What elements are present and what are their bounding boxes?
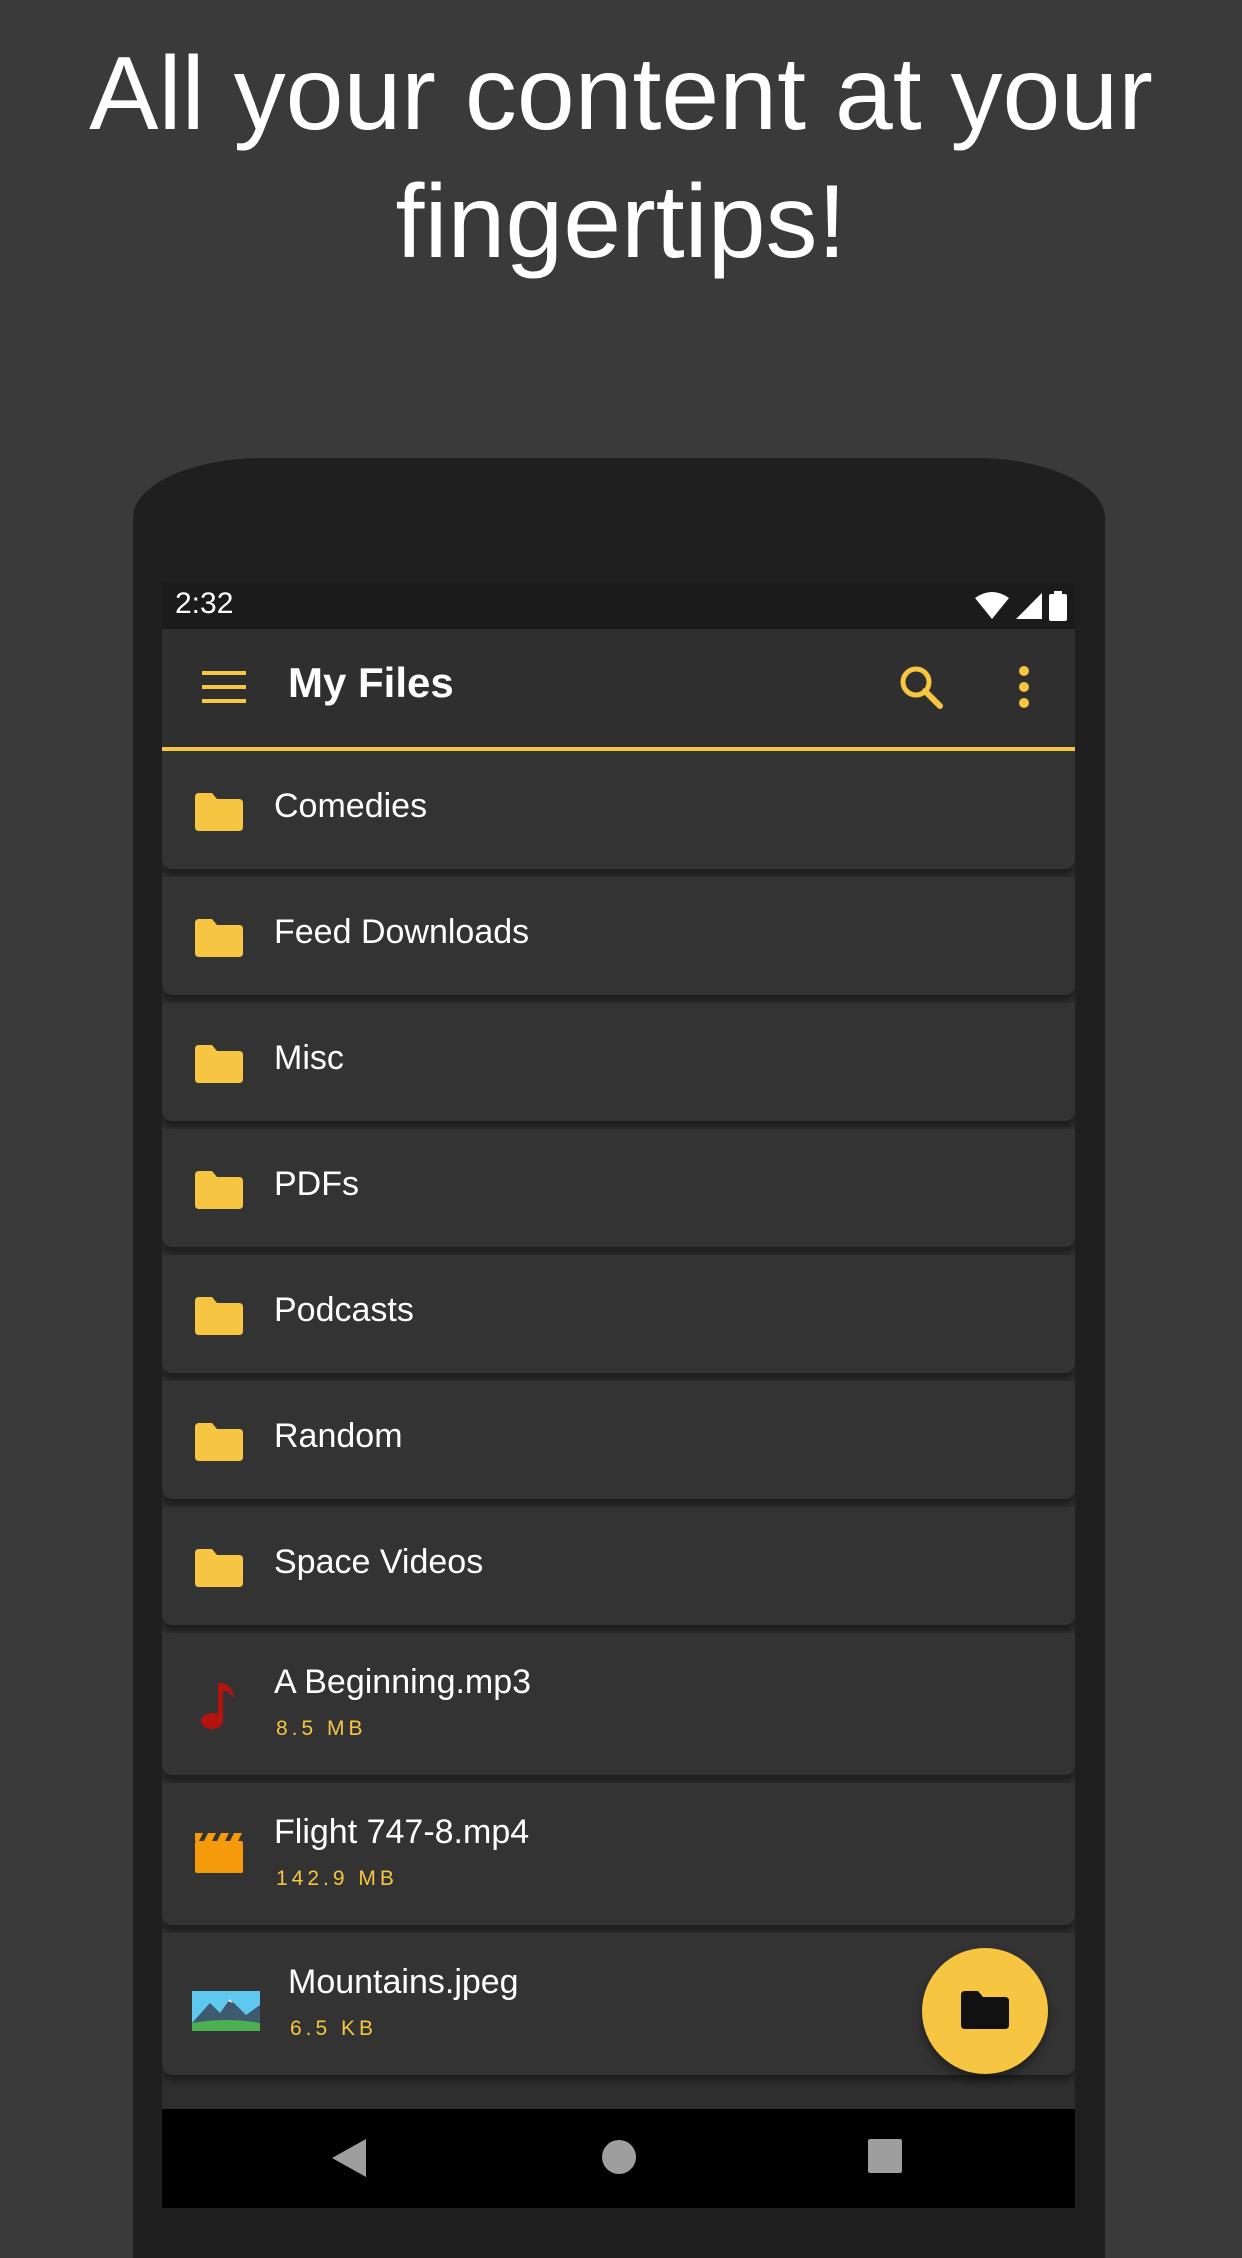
folder-icon (195, 1423, 243, 1461)
folder-name: Feed Downloads (274, 913, 530, 951)
folder-icon (195, 1045, 243, 1083)
system-nav-bar (162, 2109, 1075, 2208)
folder-icon (195, 1297, 243, 1335)
file-size: 6.5 KB (290, 2017, 378, 2040)
folder-row[interactable]: Podcasts (162, 1255, 1075, 1373)
folder-name: Random (274, 1417, 403, 1455)
app-bar: My Files (162, 629, 1075, 751)
app-title: My Files (288, 659, 454, 706)
folder-row[interactable]: PDFs (162, 1129, 1075, 1247)
file-list: Comedies Feed Downloads Misc PDFs Podcas… (162, 751, 1075, 2083)
file-size: 142.9 MB (276, 1867, 398, 1890)
wifi-icon (975, 592, 1009, 619)
more-vert-icon[interactable] (1014, 663, 1034, 711)
folder-icon (195, 919, 243, 957)
recents-icon[interactable] (868, 2139, 902, 2173)
folder-icon (195, 1549, 243, 1587)
file-size: 8.5 MB (276, 1717, 367, 1740)
file-name: A Beginning.mp3 (274, 1663, 532, 1701)
signal-icon (1016, 593, 1042, 619)
folder-name: Comedies (274, 787, 428, 825)
folder-row[interactable]: Comedies (162, 751, 1075, 869)
menu-icon[interactable] (202, 669, 246, 705)
status-time: 2:32 (175, 587, 234, 620)
folder-name: Podcasts (274, 1291, 414, 1329)
folder-row[interactable]: Feed Downloads (162, 877, 1075, 995)
folder-name: Space Videos (274, 1543, 484, 1581)
folder-row[interactable]: Random (162, 1381, 1075, 1499)
folder-name: PDFs (274, 1165, 359, 1203)
file-row[interactable]: Flight 747-8.mp4 142.9 MB (162, 1783, 1075, 1925)
folder-icon (961, 1991, 1009, 2029)
image-thumbnail-icon (192, 1991, 260, 2031)
folder-icon (195, 793, 243, 831)
search-icon[interactable] (897, 663, 945, 711)
folder-icon (195, 1171, 243, 1209)
headline-line-2: fingertips! (395, 164, 847, 280)
file-row[interactable]: A Beginning.mp3 8.5 MB (162, 1633, 1075, 1775)
file-name: Mountains.jpeg (288, 1963, 519, 2001)
file-name: Flight 747-8.mp4 (274, 1813, 530, 1851)
music-note-icon (201, 1683, 234, 1729)
status-bar: 2:32 (162, 583, 1075, 629)
folder-row[interactable]: Misc (162, 1003, 1075, 1121)
movie-clapper-icon (195, 1833, 243, 1873)
battery-icon (1049, 591, 1067, 621)
folder-name: Misc (274, 1039, 344, 1077)
home-icon[interactable] (601, 2139, 637, 2175)
back-icon[interactable] (332, 2139, 366, 2177)
headline: All your content at your fingertips! (0, 30, 1242, 286)
headline-line-1: All your content at your (89, 36, 1153, 152)
phone-screen: 2:32 My Files Comedies Feed Downloads Mi… (162, 583, 1075, 2208)
folder-row[interactable]: Space Videos (162, 1507, 1075, 1625)
new-folder-fab[interactable] (922, 1948, 1048, 2074)
